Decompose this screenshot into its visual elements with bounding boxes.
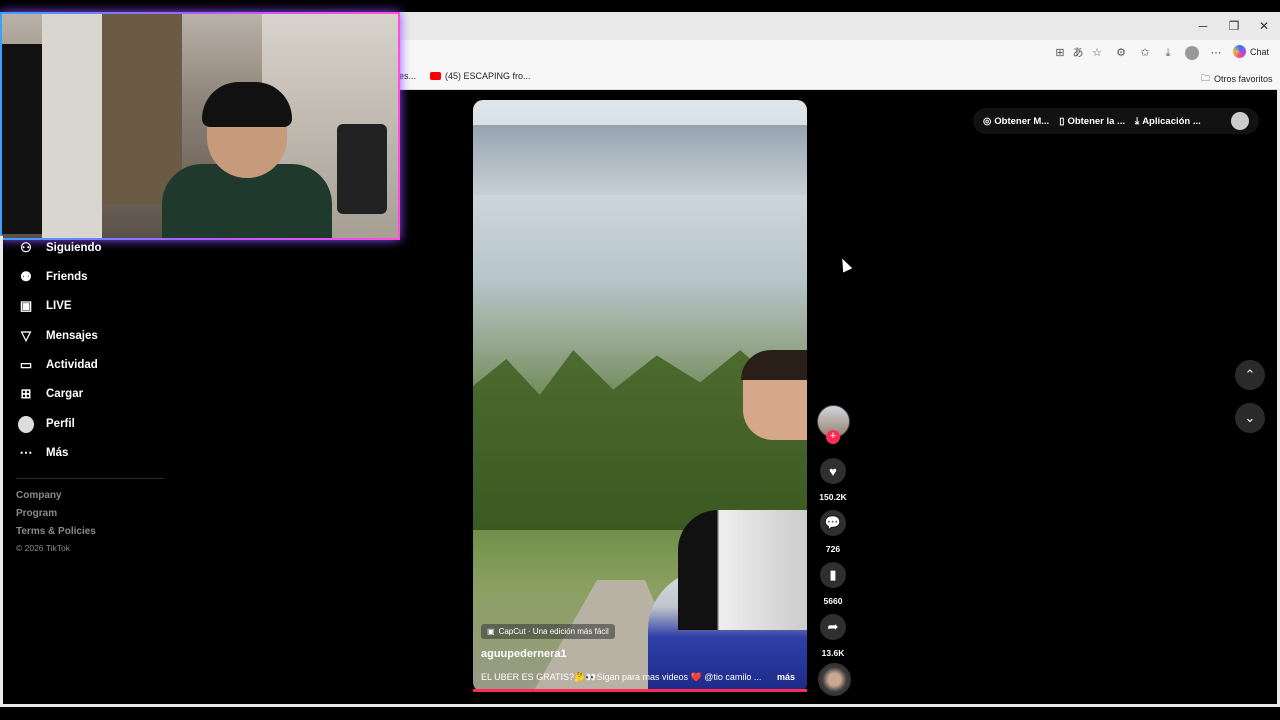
webcam-bag [2, 44, 47, 234]
favorites-icon[interactable]: ✩ [1138, 46, 1152, 60]
mouse-cursor [837, 256, 853, 273]
user-avatar[interactable] [1231, 112, 1249, 130]
top-right-bar: ◎ Obtener M... ▯ Obtener la ... ⤓ Aplica… [973, 108, 1259, 134]
share-count: 13.6K [821, 648, 845, 658]
sidebar-item-siguiendo[interactable]: ⚇ Siguiendo [18, 240, 101, 256]
like-button[interactable]: ♥ [820, 458, 846, 484]
comment-button[interactable]: 💬 [820, 510, 846, 536]
next-video-button[interactable]: ⌄ [1235, 403, 1265, 433]
footer-program-link[interactable]: Program [16, 508, 57, 519]
live-icon: ▣ [19, 298, 33, 313]
chat-label: Chat [1250, 46, 1270, 57]
bookmark-partial[interactable]: es... [399, 71, 416, 81]
sidebar-item-cargar[interactable]: ⊞ Cargar [18, 386, 84, 402]
capcut-badge[interactable]: ▣ CapCut · Una edición más fácil [481, 624, 615, 639]
comment-count: 726 [825, 544, 841, 554]
coin-icon: ◎ [983, 115, 992, 127]
restore-button[interactable]: ❐ [1219, 12, 1249, 40]
translate-icon[interactable]: あ [1071, 46, 1085, 60]
chevron-up-icon: ⌃ [1244, 367, 1256, 382]
profile-avatar-icon [18, 415, 34, 433]
app-available-icon[interactable]: ⊞ [1053, 46, 1067, 60]
video-username[interactable]: aguupedernera1 [481, 648, 567, 660]
save-button[interactable]: ▮ [820, 562, 846, 588]
like-count: 150.2K [819, 492, 847, 502]
video-rider-body [678, 510, 807, 630]
share-icon: ➦ [827, 619, 839, 634]
sidebar-item-perfil[interactable]: Perfil [18, 415, 75, 433]
sidebar-item-friends[interactable]: ⚉ Friends [18, 269, 87, 285]
get-coins-button[interactable]: ◎ Obtener M... [983, 116, 1049, 127]
footer-company-link[interactable]: Company [16, 490, 62, 501]
previous-video-button[interactable]: ⌃ [1235, 360, 1265, 390]
webcam-door [102, 14, 182, 204]
settings-more-icon[interactable]: ⋯ [1209, 46, 1223, 60]
download-icon: ⤓ [1134, 115, 1140, 127]
comment-icon: 💬 [824, 515, 842, 530]
video-player[interactable] [473, 100, 807, 692]
bookmark-youtube[interactable]: (45) ESCAPING fro... [430, 71, 531, 81]
bookmark-icon: ▮ [829, 567, 837, 582]
copyright: © 2026 TikTok [16, 543, 70, 553]
friends-icon: ⚉ [20, 269, 32, 284]
capcut-icon: ▣ [487, 627, 495, 636]
video-description: EL UBER ES GRATIS?🤔👀Sigan para mas video… [481, 672, 762, 682]
sidebar-item-actividad[interactable]: ▭ Actividad [18, 357, 98, 373]
chevron-down-icon: ⌄ [1244, 410, 1256, 425]
downloads-icon[interactable]: ⤓ [1161, 46, 1175, 60]
get-app-button[interactable]: ▯ Obtener la ... [1059, 116, 1125, 127]
folder-icon: 🗀 [1201, 73, 1211, 83]
follow-plus-icon[interactable]: + [826, 430, 840, 444]
activity-icon: ▭ [19, 357, 33, 372]
copilot-chat-button[interactable]: Chat [1233, 45, 1269, 58]
save-count: 5660 [823, 596, 843, 606]
video-progress-bar[interactable] [473, 689, 807, 692]
sidebar-item-live[interactable]: ▣ LIVE [18, 298, 72, 314]
footer-terms-link[interactable]: Terms & Policies [16, 526, 96, 537]
extensions-icon[interactable]: ⚙ [1114, 46, 1128, 60]
share-button[interactable]: ➦ [820, 614, 846, 640]
webcam-overlay [0, 12, 400, 240]
sidebar-divider [16, 478, 164, 479]
description-more-button[interactable]: más [777, 672, 795, 682]
minimize-button[interactable]: ─ [1188, 12, 1218, 40]
following-icon: ⚇ [20, 240, 32, 255]
messages-icon: ▽ [21, 328, 31, 343]
music-disc-avatar[interactable] [818, 663, 851, 696]
copilot-icon [1233, 45, 1246, 58]
upload-icon: ⊞ [20, 386, 32, 401]
youtube-icon [430, 72, 441, 80]
heart-icon: ♥ [829, 463, 837, 479]
window-frame-left [0, 236, 3, 706]
favorite-star-icon[interactable]: ☆ [1090, 46, 1104, 60]
video-rider-hair [741, 350, 807, 380]
more-icon: ⋯ [19, 445, 33, 460]
desktop-app-button[interactable]: ⤓ Aplicación ... [1135, 116, 1201, 127]
webcam-wall [42, 14, 102, 238]
profile-icon[interactable] [1185, 46, 1199, 60]
screen-top-strip [0, 0, 1280, 12]
video-sky [473, 125, 807, 195]
sidebar-item-mas[interactable]: ⋯ Más [18, 445, 69, 461]
close-button[interactable]: ✕ [1249, 12, 1279, 40]
sidebar-item-mensajes[interactable]: ▽ Mensajes [18, 328, 98, 344]
window-frame-bottom [0, 704, 1280, 707]
webcam-chair [337, 124, 387, 214]
phone-icon: ▯ [1059, 115, 1065, 127]
other-favorites[interactable]: 🗀 Otros favoritos [1201, 71, 1273, 87]
